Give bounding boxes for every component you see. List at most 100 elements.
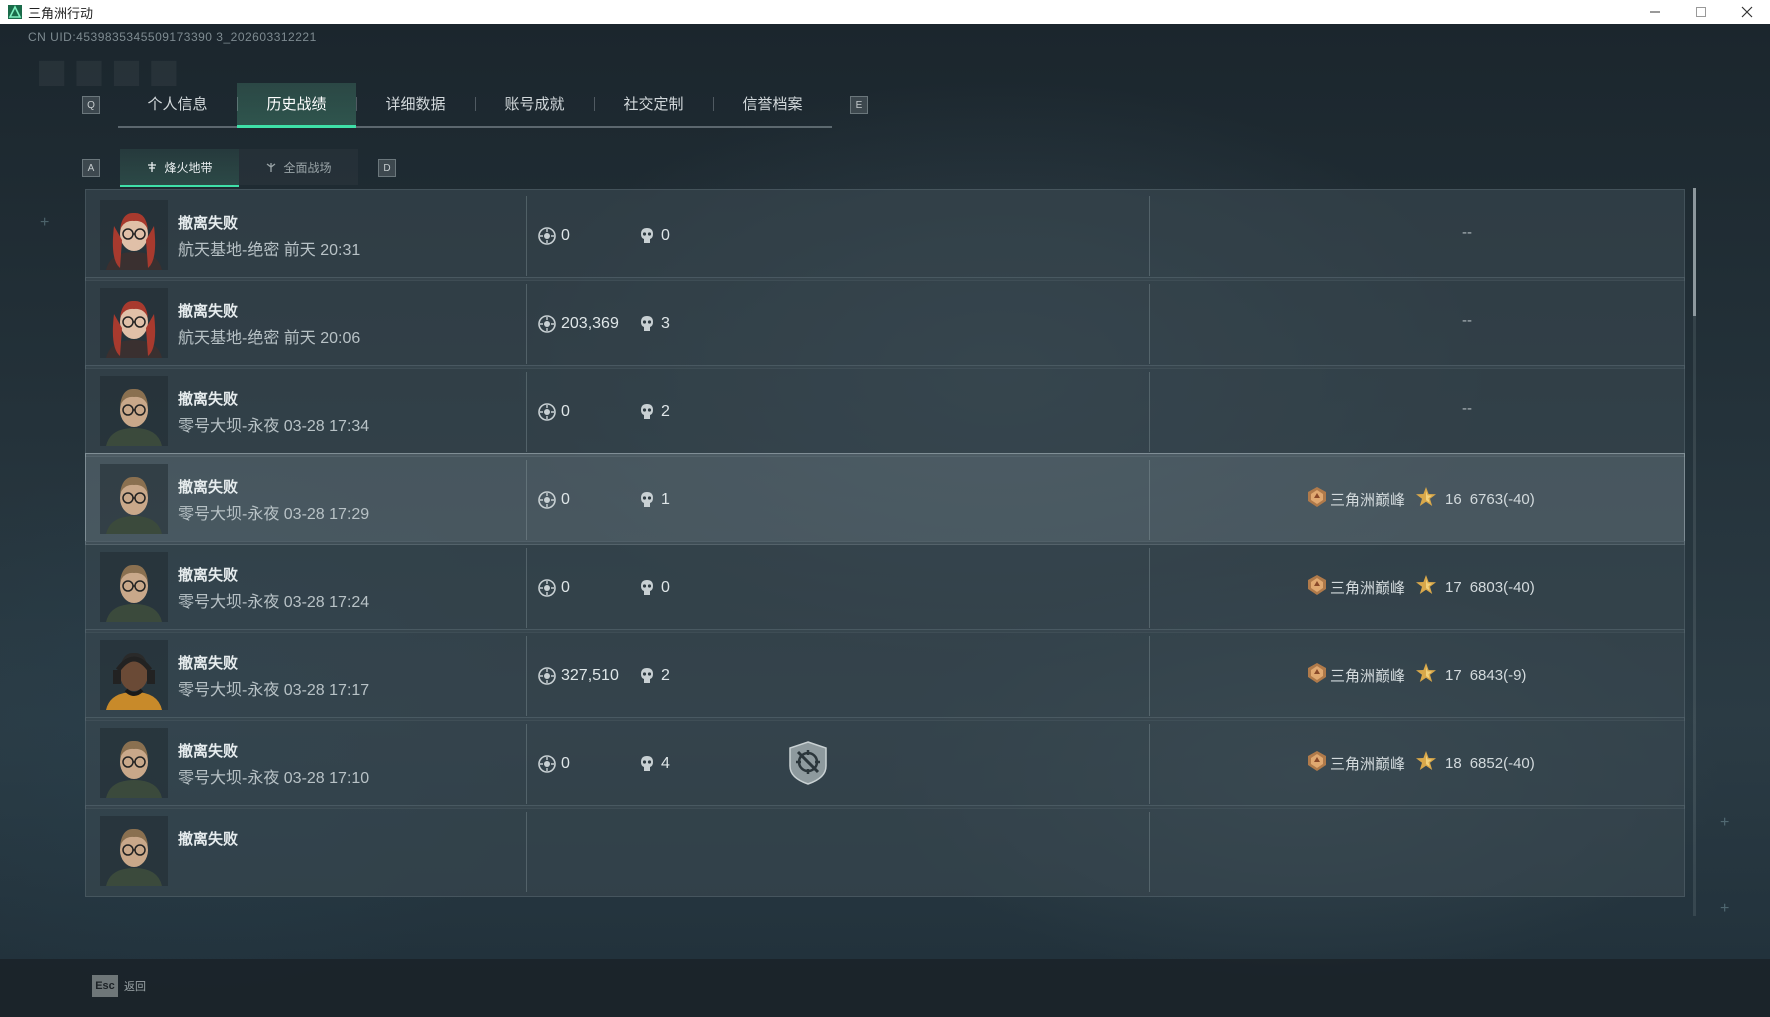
match-result: 撤离失败 — [178, 215, 239, 232]
match-row[interactable]: 撤离失败 航天基地-绝密 前天 20:31 0 0 -- — [85, 189, 1685, 281]
main-tabs: 个人信息 历史战绩 详细数据 账号成就 社交定制 信誉档案 — [118, 82, 832, 128]
row-divider — [1149, 460, 1150, 540]
row-divider — [1149, 812, 1150, 892]
tab-1[interactable]: 历史战绩 — [237, 82, 356, 128]
match-result: 撤离失败 — [178, 831, 239, 848]
game-viewport: ■■■■ CN UID:4539835345509173390 3_202603… — [0, 24, 1770, 1017]
row-divider — [1149, 724, 1150, 804]
crosshair-decor-icon: + — [1720, 814, 1730, 831]
match-row[interactable]: 撤离失败航天基地-绝密 前天 20:06 203,369 3 -- — [85, 277, 1685, 369]
maximize-button[interactable] — [1678, 0, 1724, 24]
kill-count: 0 — [661, 227, 670, 244]
tab-2[interactable]: 详细数据 — [356, 83, 475, 125]
tab-4[interactable]: 社交定制 — [594, 83, 713, 125]
match-map-time: 零号大坝-永夜 03-28 17:10 — [178, 770, 370, 787]
row-divider — [526, 548, 527, 628]
operator-avatar — [100, 640, 168, 710]
rank-score: 6763(-40) — [1469, 490, 1535, 508]
rank-score: 6803(-40) — [1469, 578, 1535, 596]
next-tab-key-hint[interactable]: E — [850, 96, 868, 114]
rank-empty: -- — [1462, 312, 1472, 329]
window-titlebar: 三角洲行动 — [0, 0, 1770, 24]
match-row[interactable]: 撤离失败 零号大坝-永夜 03-28 17:17 327,510 2 三角洲巅峰 17 68… — [85, 629, 1685, 721]
rank-info: 三角洲巅峰 17 6843(-9) — [1306, 660, 1526, 690]
match-row[interactable]: 撤离失败 零号大坝-永夜 03-28 17:10 0 4 三角洲巅峰 18 6852(-40… — [85, 717, 1685, 809]
value-coin-icon — [537, 666, 557, 686]
row-divider — [526, 284, 527, 364]
back-button[interactable]: Esc 返回 — [92, 975, 146, 997]
kill-count: 3 — [661, 315, 670, 332]
match-result: 撤离失败 — [178, 303, 239, 320]
rank-star-icon — [1415, 486, 1439, 512]
match-result: 撤离失败 — [178, 655, 239, 672]
rank-empty: -- — [1462, 224, 1472, 241]
prev-mode-key-hint[interactable]: A — [82, 159, 100, 177]
tab-mode-0[interactable]: 烽火地带 — [120, 149, 239, 187]
extracted-value: 0 — [561, 227, 570, 244]
match-row[interactable]: 撤离失败 零号大坝-永夜 03-28 17:34 0 2 -- — [85, 365, 1685, 457]
match-row[interactable]: 撤离失败 零号大坝-永夜 03-28 17:29 0 1 三角洲巅峰 16 6763(-40… — [85, 453, 1685, 545]
kills-skull-icon — [637, 314, 657, 334]
main-tab-bar: Q 个人信息 历史战绩 详细数据 账号成就 社交定制 信誉档案 E — [82, 70, 868, 140]
row-divider — [1149, 284, 1150, 364]
mode-tabs: 烽火地带 全面战场 — [120, 149, 358, 187]
match-row[interactable]: 撤离失败 — [85, 805, 1685, 897]
kills-skull-icon — [637, 490, 657, 510]
close-icon — [1741, 6, 1753, 18]
next-mode-key-hint[interactable]: D — [378, 159, 396, 177]
extracted-value: 203,369 — [561, 315, 619, 332]
match-history-list[interactable]: 撤离失败 航天基地-绝密 前天 20:31 0 0 -- 撤离失败 航天基地-绝密 前天 2… — [85, 186, 1685, 916]
tab-3[interactable]: 账号成就 — [475, 83, 594, 125]
operator-avatar — [100, 816, 168, 886]
kill-count: 1 — [661, 491, 670, 508]
rank-info: 三角洲巅峰 16 6763(-40) — [1306, 484, 1535, 514]
extracted-value: 0 — [561, 755, 570, 772]
value-coin-icon — [537, 490, 557, 510]
match-result: 撤离失败 — [178, 391, 239, 408]
match-map-time: 零号大坝-永夜 03-28 17:17 — [178, 682, 370, 699]
match-map-time: 零号大坝-永夜 03-28 17:24 — [178, 594, 370, 611]
row-divider — [526, 724, 527, 804]
tab-5[interactable]: 信誉档案 — [713, 83, 832, 125]
close-button[interactable] — [1724, 0, 1770, 24]
crosshair-decor-icon: + — [1720, 900, 1730, 917]
kill-count: 2 — [661, 403, 670, 420]
extracted-value: 0 — [561, 491, 570, 508]
back-label: 返回 — [124, 981, 146, 993]
scrollbar-thumb[interactable] — [1693, 188, 1696, 316]
kill-count: 4 — [661, 755, 670, 772]
no-aim-shield-icon[interactable] — [787, 740, 829, 786]
kills-skull-icon — [637, 402, 657, 422]
match-map-time: 航天基地-绝密 前天 20:06 — [178, 330, 361, 347]
rank-name: 三角洲巅峰 — [1330, 755, 1406, 773]
flame-mode-icon — [148, 162, 157, 172]
window-title: 三角洲行动 — [28, 5, 94, 21]
tab-0[interactable]: 个人信息 — [118, 83, 237, 125]
rank-tier-icon — [1306, 486, 1330, 512]
rank-info: 三角洲巅峰 17 6803(-40) — [1306, 572, 1535, 602]
value-coin-icon — [537, 578, 557, 598]
rank-star-icon — [1415, 750, 1439, 776]
row-divider — [526, 636, 527, 716]
minimize-button[interactable] — [1632, 0, 1678, 24]
mode-tab-label: 烽火地带 — [164, 160, 213, 175]
rank-tier-icon — [1306, 662, 1330, 688]
row-divider — [1149, 196, 1150, 276]
rank-level: 17 — [1445, 578, 1462, 596]
rank-level: 17 — [1445, 666, 1462, 684]
mode-tab-bar: A 烽火地带 全面战场 D — [82, 149, 396, 187]
player-uid: CN UID:4539835345509173390 3_20260331222… — [28, 30, 317, 44]
row-divider — [526, 812, 527, 892]
rank-level: 16 — [1445, 490, 1462, 508]
match-row[interactable]: 撤离失败 零号大坝-永夜 03-28 17:24 0 0 三角洲巅峰 17 6803(-40… — [85, 541, 1685, 633]
tab-mode-1[interactable]: 全面战场 — [239, 149, 358, 185]
row-divider — [1149, 636, 1150, 716]
rank-name: 三角洲巅峰 — [1330, 579, 1406, 597]
rank-tier-icon — [1306, 574, 1330, 600]
prev-tab-key-hint[interactable]: Q — [82, 96, 100, 114]
esc-key-hint: Esc — [92, 975, 118, 997]
kill-count: 2 — [661, 667, 670, 684]
row-divider — [526, 196, 527, 276]
rank-star-icon — [1415, 662, 1439, 688]
kills-skull-icon — [637, 578, 657, 598]
